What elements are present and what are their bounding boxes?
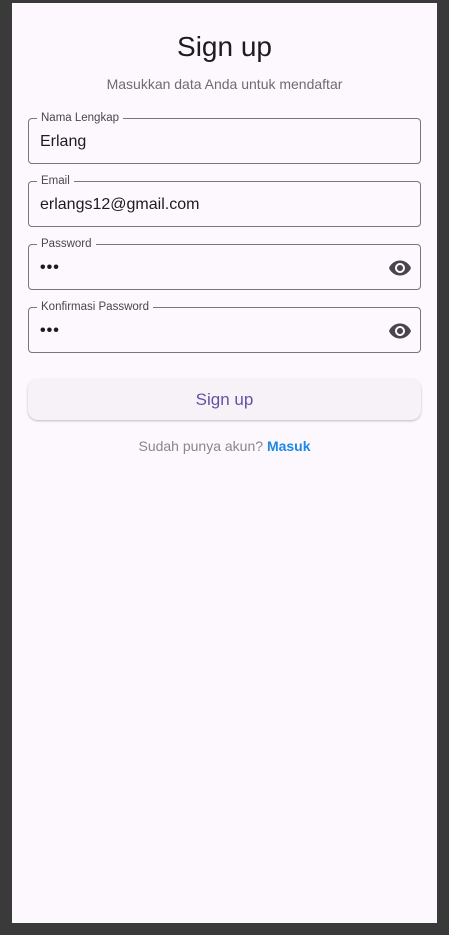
page-title: Sign up — [177, 31, 272, 62]
confirm-password-label: Konfirmasi Password — [37, 300, 154, 314]
login-prompt: Sudah punya akun? Masuk — [12, 438, 437, 454]
login-link[interactable]: Masuk — [267, 438, 311, 454]
password-field[interactable]: Password ••• — [28, 237, 421, 290]
email-value: erlangs12@gmail.com — [40, 196, 200, 213]
signup-screen: Sign up Masukkan data Anda untuk mendaft… — [12, 3, 437, 923]
signup-button[interactable]: Sign up — [28, 379, 421, 420]
login-prompt-text: Sudah punya akun? — [138, 438, 264, 454]
password-value: ••• — [40, 259, 60, 276]
eye-icon[interactable] — [388, 256, 412, 280]
eye-icon[interactable] — [388, 319, 412, 343]
full-name-value: Erlang — [40, 133, 87, 150]
confirm-password-field[interactable]: Konfirmasi Password ••• — [28, 300, 421, 353]
confirm-password-value: ••• — [40, 322, 60, 339]
page-subtitle: Masukkan data Anda untuk mendaftar — [106, 76, 343, 92]
full-name-label: Nama Lengkap — [37, 111, 123, 125]
full-name-field[interactable]: Nama Lengkap Erlang — [28, 111, 421, 164]
password-label: Password — [37, 237, 96, 251]
email-field[interactable]: Email erlangs12@gmail.com — [28, 174, 421, 227]
email-label: Email — [37, 174, 74, 188]
